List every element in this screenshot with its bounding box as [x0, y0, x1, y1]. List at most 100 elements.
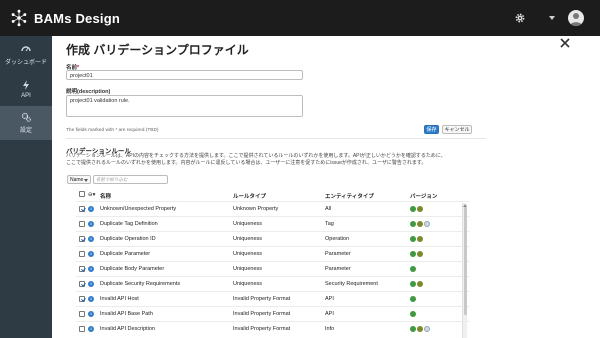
rule-name: Invalid API Description	[100, 326, 156, 332]
table-row[interactable]: i Invalid API Host Invalid Property Format…	[76, 291, 470, 306]
rule-type: Unknown Property	[233, 206, 279, 212]
rule-type: Uniqueness	[233, 281, 263, 287]
sort-icon[interactable]: ⊖▾	[88, 192, 95, 198]
table-row[interactable]: i Invalid API Description Invalid Property…	[76, 321, 470, 336]
column-header-name[interactable]: 名称	[100, 192, 111, 200]
bolt-icon	[23, 79, 29, 90]
spec-badge-icon	[424, 326, 430, 332]
rule-type: Invalid Property Format	[233, 326, 291, 332]
rule-type: Uniqueness	[233, 251, 263, 257]
table-row[interactable]: i Unknown/Unexpected Property Unknown Prop…	[76, 201, 470, 216]
entity-type: API	[325, 311, 334, 317]
version-badge-icon	[410, 281, 416, 287]
info-icon[interactable]: i	[88, 251, 94, 257]
gear-icon[interactable]	[514, 12, 526, 24]
row-checkbox[interactable]	[79, 251, 85, 257]
scroll-up-icon[interactable]	[463, 204, 467, 207]
rule-type: Invalid Property Format	[233, 311, 291, 317]
description-label: 説明(description)	[66, 89, 111, 95]
version-badges	[410, 236, 424, 242]
sidebar-item-api[interactable]: API	[0, 72, 52, 106]
table-row[interactable]: i Duplicate Tag Definition Uniqueness Tag	[76, 216, 470, 231]
column-header-rule-type[interactable]: ルールタイプ	[233, 192, 266, 200]
info-icon[interactable]: i	[88, 281, 94, 287]
row-checkbox[interactable]	[79, 221, 85, 227]
info-icon[interactable]: i	[88, 296, 94, 302]
version-badge-alt-icon	[417, 236, 423, 242]
version-badge-icon	[410, 311, 416, 317]
select-all-checkbox[interactable]	[79, 191, 85, 197]
sidebar-item-label: API	[21, 92, 31, 99]
version-badge-icon	[410, 206, 416, 212]
table-scrollbar[interactable]	[462, 203, 467, 338]
info-icon[interactable]: i	[88, 206, 94, 212]
brand[interactable]: BAMs Design	[10, 9, 120, 27]
column-header-entity-type[interactable]: エンティティタイプ	[325, 192, 374, 200]
section-description: ここで提供されるルールのいずれかを使用します。内容がルールに違反している場合は、…	[66, 160, 427, 166]
version-badges	[410, 296, 417, 302]
rule-type: Uniqueness	[233, 236, 263, 242]
entity-type: Parameter	[325, 266, 351, 272]
info-icon[interactable]: i	[88, 326, 94, 332]
info-icon[interactable]: i	[88, 221, 94, 227]
table-header: ⊖▾ 名称 ルールタイプ エンティティタイプ バージョン	[76, 188, 470, 201]
version-badge-alt-icon	[417, 251, 423, 257]
rule-name: Duplicate Tag Definition	[100, 221, 158, 227]
cancel-button[interactable]: キャンセル	[442, 125, 472, 134]
required-note: The fields marked with * are required.(T…	[66, 128, 159, 133]
version-badge-icon	[410, 296, 416, 302]
row-checkbox[interactable]	[79, 296, 85, 302]
sidebar: ダッシュボード API 設定	[0, 36, 52, 338]
info-icon[interactable]: i	[88, 311, 94, 317]
table-row[interactable]: i Duplicate Security Requirements Uniquene…	[76, 276, 470, 291]
row-checkbox[interactable]	[79, 311, 85, 317]
info-icon[interactable]: i	[88, 266, 94, 272]
rule-name: Duplicate Body Parameter	[100, 266, 165, 272]
user-avatar-icon	[570, 13, 582, 26]
filter-input[interactable]: 名前で絞り込む	[93, 175, 168, 184]
description-field[interactable]: project01 validation rule.	[66, 95, 303, 117]
filter-field-select[interactable]: Name	[67, 175, 91, 184]
rule-name: Unknown/Unexpected Property	[100, 206, 177, 212]
column-header-version[interactable]: バージョン	[410, 192, 437, 200]
save-button[interactable]: 保存	[424, 125, 439, 134]
logo-icon	[11, 9, 27, 27]
row-checkbox[interactable]	[79, 266, 85, 272]
version-badge-icon	[410, 251, 416, 257]
version-badge-icon	[410, 236, 416, 242]
table-row[interactable]: i Duplicate Operation ID Uniqueness Operati…	[76, 231, 470, 246]
entity-type: All	[325, 206, 332, 212]
entity-type: Parameter	[325, 251, 351, 257]
rule-type: Uniqueness	[233, 266, 263, 272]
info-icon[interactable]: i	[88, 236, 94, 242]
row-checkbox[interactable]	[79, 281, 85, 287]
rule-name: Duplicate Parameter	[100, 251, 151, 257]
version-badges	[410, 206, 424, 212]
version-badge-alt-icon	[417, 206, 423, 212]
scrollbar-thumb[interactable]	[464, 207, 467, 315]
sidebar-item-dashboard[interactable]: ダッシュボード	[0, 38, 52, 72]
avatar[interactable]	[568, 10, 584, 26]
close-icon[interactable]	[560, 38, 570, 48]
rule-name: Duplicate Security Requirements	[100, 281, 181, 287]
version-badge-icon	[410, 221, 416, 227]
row-checkbox[interactable]	[79, 206, 85, 212]
version-badge-alt-icon	[417, 221, 423, 227]
row-checkbox[interactable]	[79, 326, 85, 332]
table-row[interactable]: i Duplicate Body Parameter Uniqueness Param…	[76, 261, 470, 276]
table-row[interactable]: i Duplicate Parameter Uniqueness Parameter	[76, 246, 470, 261]
rule-name: Duplicate Operation ID	[100, 236, 156, 242]
sidebar-item-label: 設定	[19, 128, 32, 134]
rule-name: Invalid API Host	[100, 296, 139, 302]
table-row[interactable]: i Invalid API Base Path Invalid Property F…	[76, 306, 470, 321]
name-field[interactable]: project01	[66, 70, 303, 80]
version-badges	[410, 326, 431, 332]
version-badge-icon	[410, 326, 416, 332]
section-description: バリデーションルールは、APIの内容をチェックする方法を提供します。ここで提供さ…	[66, 153, 446, 159]
top-bar: BAMs Design	[0, 0, 600, 36]
chevron-down-icon	[84, 179, 88, 182]
version-badges	[410, 266, 417, 272]
chevron-down-icon[interactable]	[549, 16, 555, 20]
row-checkbox[interactable]	[79, 236, 85, 242]
sidebar-item-settings[interactable]: 設定	[0, 106, 52, 140]
